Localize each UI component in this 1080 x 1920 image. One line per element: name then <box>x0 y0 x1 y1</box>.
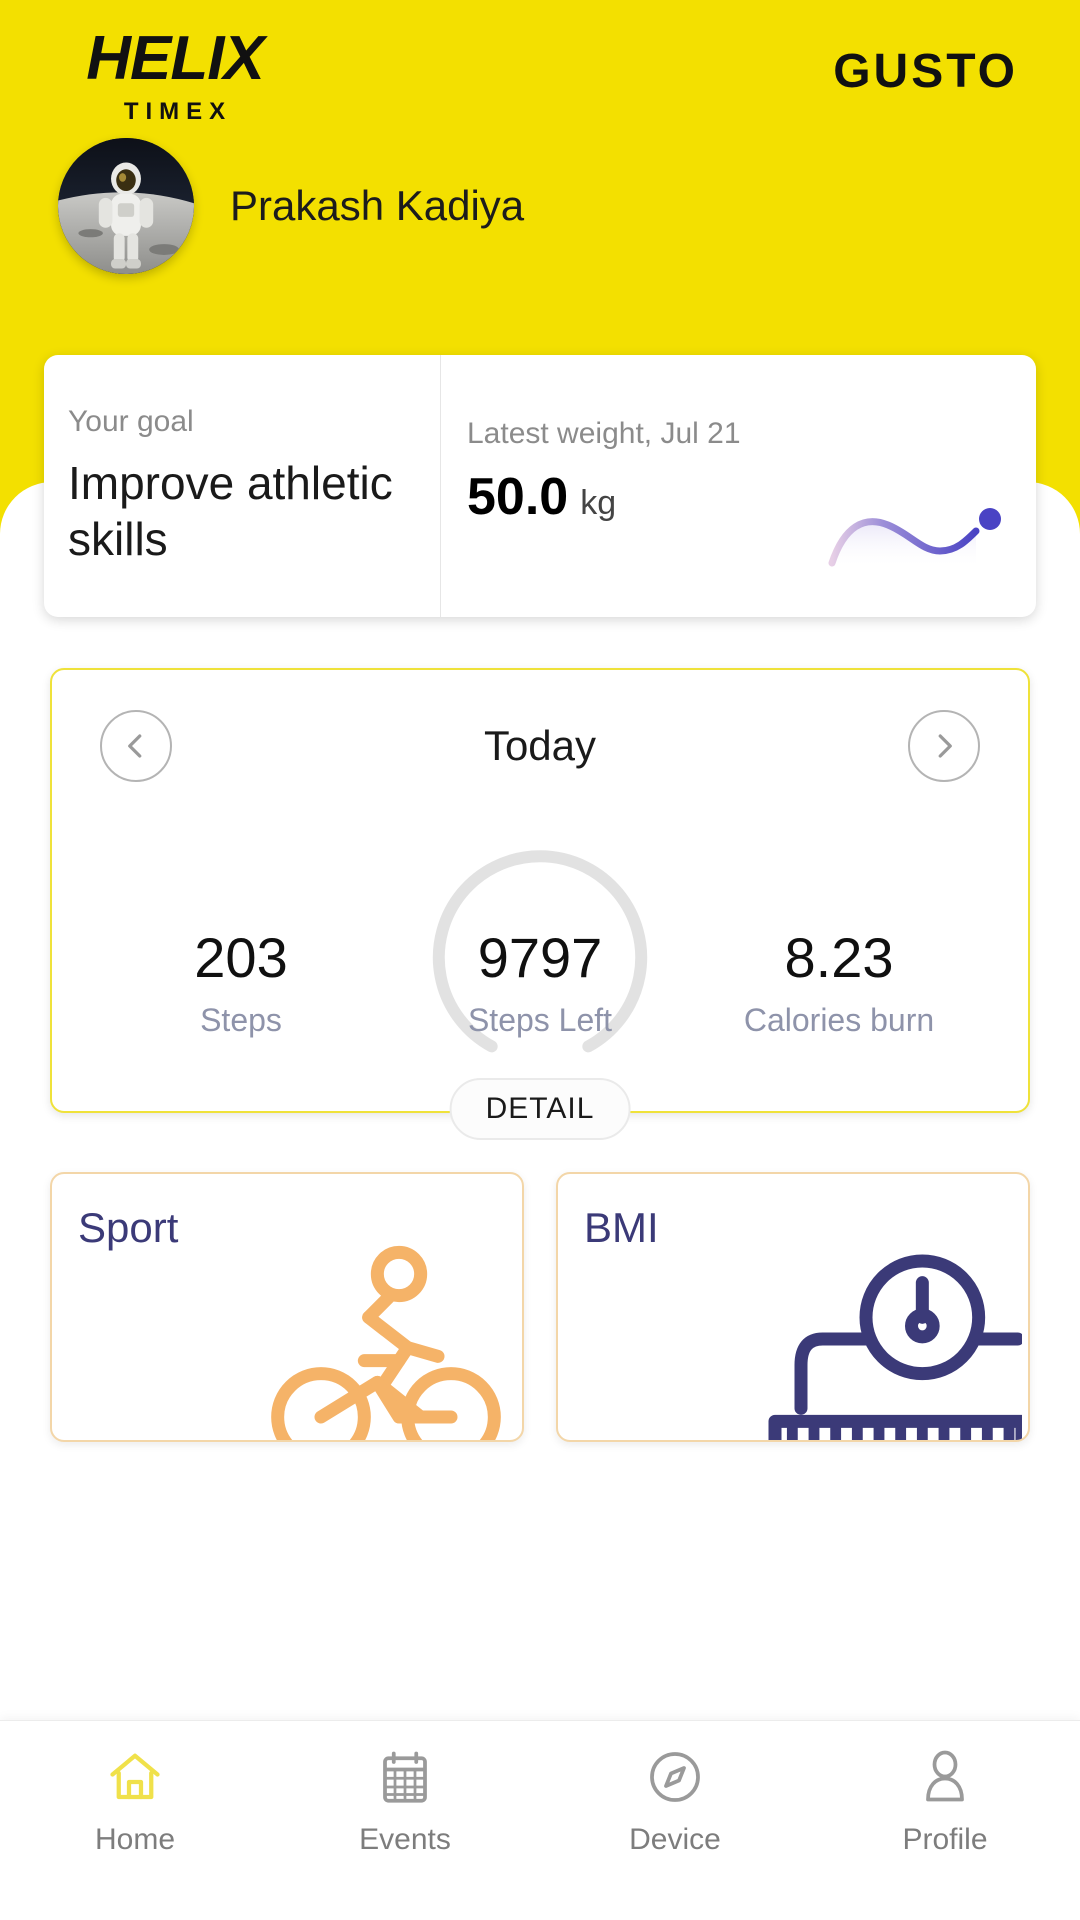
tile-title: BMI <box>584 1204 659 1251</box>
stat-steps-left: 9797 Steps Left <box>405 930 675 1039</box>
stat-label: Steps <box>200 1002 282 1038</box>
compass-icon <box>650 1752 700 1802</box>
stat-value: 9797 <box>477 926 603 989</box>
chevron-right-icon <box>938 734 952 758</box>
stat-label: Steps Left <box>467 1002 613 1038</box>
today-card: Today 203 Steps 9797 Steps Left 8.23 Cal… <box>50 668 1030 1140</box>
nav-item-profile[interactable]: Profile <box>810 1721 1080 1857</box>
stat-value: 203 <box>194 926 288 989</box>
bmi-tile[interactable]: BMI <box>556 1172 1030 1442</box>
stat-label: Calories burn <box>743 1002 935 1038</box>
brand-logo: HELIX TIMEX <box>60 28 290 126</box>
sport-tile[interactable]: Sport <box>50 1172 524 1442</box>
nav-label: Home <box>94 1823 176 1856</box>
calendar-icon <box>383 1751 427 1803</box>
weight-trend-sparkline-icon <box>828 508 1001 569</box>
profile-row[interactable]: Prakash Kadiya <box>58 138 524 274</box>
brand-secondary-text: TIMEX <box>123 98 233 125</box>
brand-partner-text: GUSTO <box>833 45 1018 98</box>
weight-label: Latest weight, Jul 21 <box>467 417 741 450</box>
home-icon <box>110 1753 160 1800</box>
nav-label: Device <box>629 1823 721 1856</box>
goal-value: Improve athletic skills <box>68 457 393 566</box>
bottom-navigation: Home Events Device Profile <box>0 1720 1080 1920</box>
detail-button[interactable]: DETAIL <box>449 1078 631 1140</box>
weight-value: 50.0 <box>467 468 569 526</box>
cyclist-icon <box>271 1245 501 1440</box>
weight-scale-icon <box>768 1254 1022 1440</box>
nav-item-events[interactable]: Events <box>270 1721 540 1857</box>
avatar[interactable] <box>58 138 194 274</box>
nav-label: Profile <box>902 1823 988 1856</box>
stat-calories: 8.23 Calories burn <box>704 930 974 1039</box>
goal-section: Your goal Improve athletic skills <box>44 355 440 617</box>
next-day-button[interactable] <box>907 710 980 782</box>
astronaut-photo-icon <box>58 138 194 274</box>
prev-day-button[interactable] <box>100 710 172 782</box>
today-header: Today <box>52 670 1028 782</box>
chevron-left-icon <box>128 734 142 758</box>
profile-name: Prakash Kadiya <box>230 182 525 229</box>
stat-value: 8.23 <box>784 926 894 989</box>
brand-primary-text: HELIX <box>86 24 265 93</box>
today-stats: 203 Steps 9797 Steps Left 8.23 Calories … <box>52 782 1028 1140</box>
goal-weight-card[interactable]: Your goal Improve athletic skills Latest… <box>44 355 1036 617</box>
sparkline-endpoint-dot <box>979 508 1001 530</box>
weight-unit: kg <box>580 484 617 522</box>
today-title: Today <box>483 722 597 769</box>
weight-section[interactable]: Latest weight, Jul 21 50.0 kg <box>441 355 1036 617</box>
tile-title: Sport <box>78 1204 179 1251</box>
nav-item-home[interactable]: Home <box>0 1721 270 1857</box>
app-root: HELIX TIMEX GUSTO Prakash Kadiya Your go… <box>0 0 1080 1920</box>
person-icon <box>926 1750 964 1802</box>
stat-steps: 203 Steps <box>106 930 376 1039</box>
feature-tiles: Sport BMI <box>50 1172 1030 1442</box>
nav-item-device[interactable]: Device <box>540 1721 810 1857</box>
goal-label: Your goal <box>68 405 194 438</box>
nav-label: Events <box>359 1823 451 1856</box>
